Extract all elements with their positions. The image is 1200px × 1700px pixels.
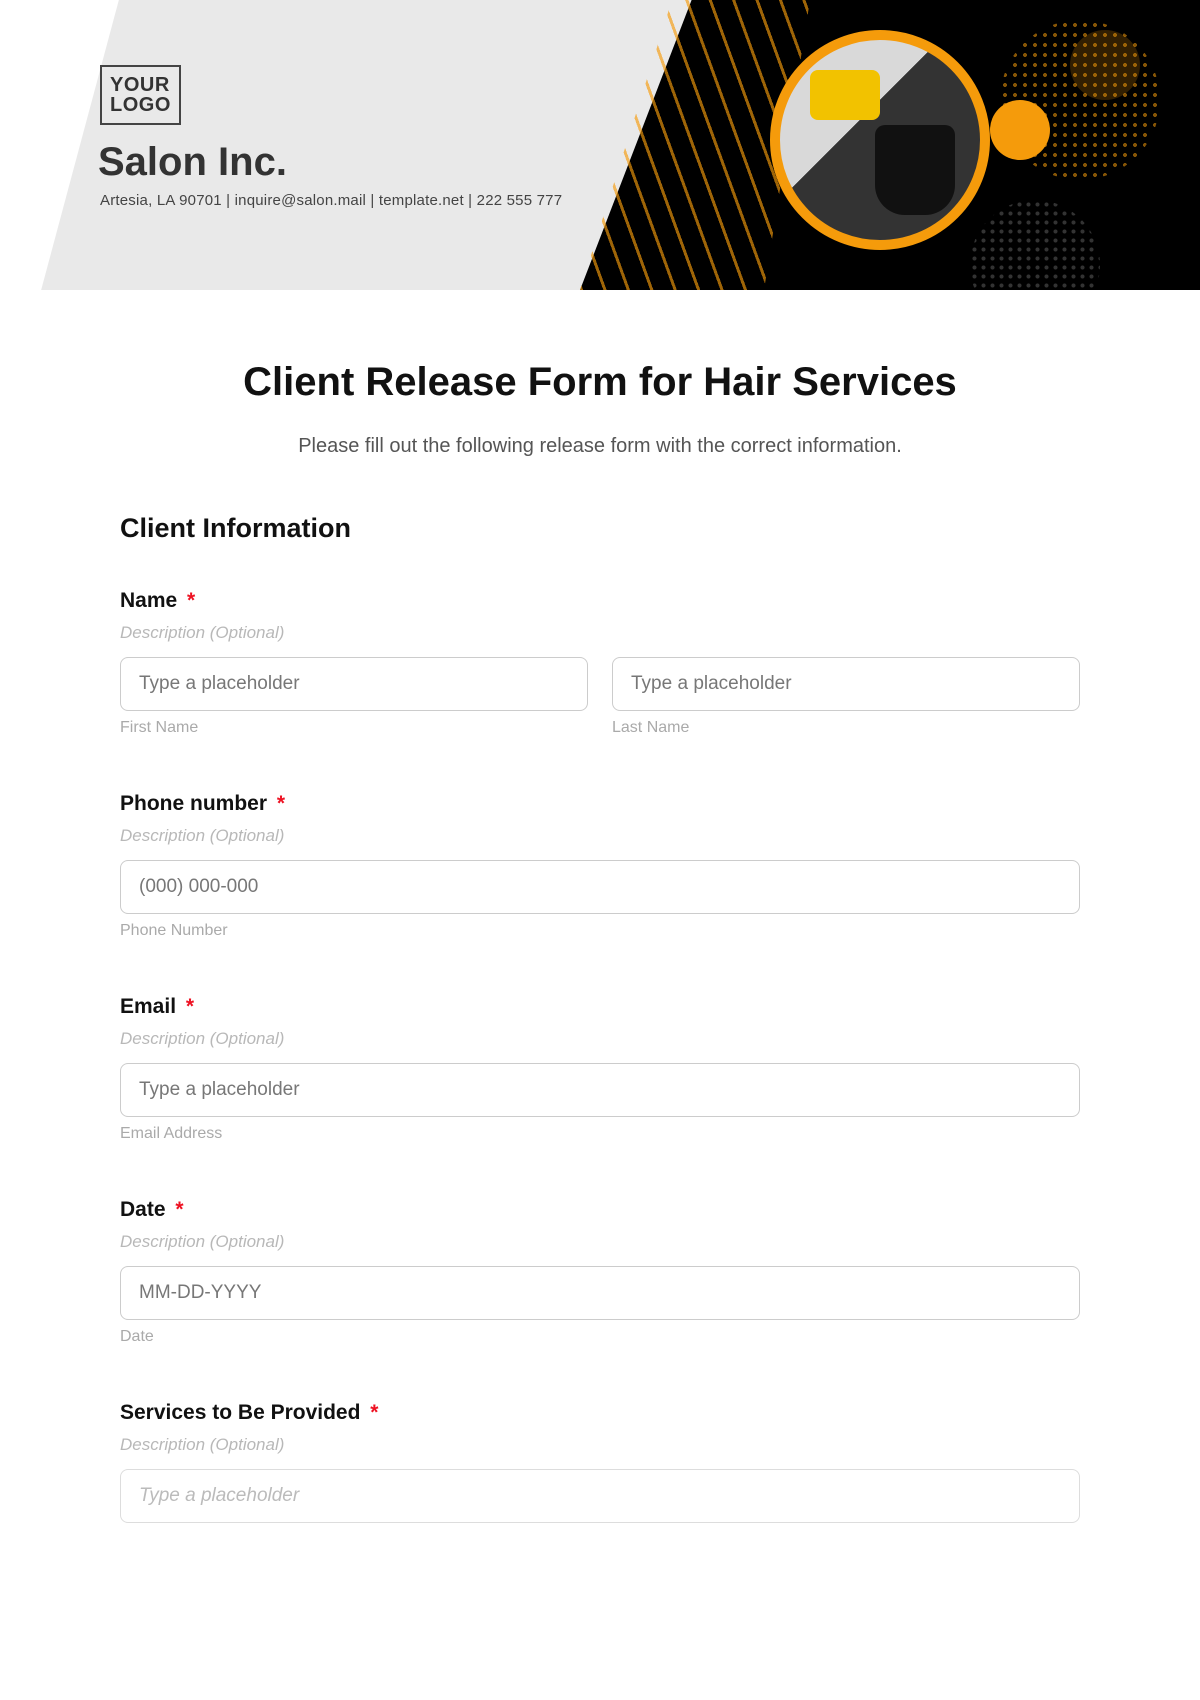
- label-date-text: Date: [120, 1198, 166, 1221]
- required-mark: *: [175, 1198, 183, 1221]
- sublabel-phone: Phone Number: [120, 922, 1080, 940]
- required-mark: *: [277, 792, 285, 815]
- label-phone-text: Phone number: [120, 792, 267, 815]
- desc-name: Description (Optional): [120, 623, 1080, 643]
- input-date[interactable]: [120, 1266, 1080, 1320]
- logo-line-2: LOGO: [110, 95, 171, 115]
- input-first-name[interactable]: [120, 657, 588, 711]
- required-mark: *: [370, 1401, 378, 1424]
- input-services-placeholder: Type a placeholder: [139, 1485, 299, 1507]
- logo-line-1: YOUR: [110, 75, 171, 95]
- sublabel-email: Email Address: [120, 1125, 1080, 1143]
- input-services[interactable]: Type a placeholder: [120, 1469, 1080, 1523]
- form-page: Client Release Form for Hair Services Pl…: [0, 290, 1200, 1563]
- field-name: Name * Description (Optional) First Name…: [120, 589, 1080, 737]
- field-date: Date * Description (Optional) Date: [120, 1198, 1080, 1346]
- label-email: Email *: [120, 995, 1080, 1019]
- label-services-text: Services to Be Provided: [120, 1401, 360, 1424]
- input-email[interactable]: [120, 1063, 1080, 1117]
- required-mark: *: [187, 589, 195, 612]
- section-heading-client-info: Client Information: [120, 513, 1080, 544]
- desc-services: Description (Optional): [120, 1435, 1080, 1455]
- input-phone[interactable]: [120, 860, 1080, 914]
- field-email: Email * Description (Optional) Email Add…: [120, 995, 1080, 1143]
- logo-placeholder: YOUR LOGO: [100, 65, 181, 125]
- company-info-line: Artesia, LA 90701 | inquire@salon.mail |…: [100, 192, 562, 209]
- form-subtitle: Please fill out the following release fo…: [120, 435, 1080, 458]
- label-name-text: Name: [120, 589, 177, 612]
- field-phone: Phone number * Description (Optional) Ph…: [120, 792, 1080, 940]
- form-title: Client Release Form for Hair Services: [120, 360, 1080, 405]
- input-last-name[interactable]: [612, 657, 1080, 711]
- label-date: Date *: [120, 1198, 1080, 1222]
- hero-photo-circle: [770, 30, 990, 250]
- desc-phone: Description (Optional): [120, 826, 1080, 846]
- sublabel-last-name: Last Name: [612, 719, 1080, 737]
- header-banner: YOUR LOGO Salon Inc. Artesia, LA 90701 |…: [0, 0, 1200, 290]
- desc-date: Description (Optional): [120, 1232, 1080, 1252]
- sublabel-date: Date: [120, 1328, 1080, 1346]
- sublabel-first-name: First Name: [120, 719, 588, 737]
- required-mark: *: [186, 995, 194, 1018]
- decor-orange-circle-faded: [1070, 30, 1140, 100]
- label-name: Name *: [120, 589, 1080, 613]
- field-services: Services to Be Provided * Description (O…: [120, 1401, 1080, 1523]
- company-name: Salon Inc.: [98, 140, 287, 185]
- label-email-text: Email: [120, 995, 176, 1018]
- decor-orange-circle: [990, 100, 1050, 160]
- desc-email: Description (Optional): [120, 1029, 1080, 1049]
- label-services: Services to Be Provided *: [120, 1401, 1080, 1425]
- label-phone: Phone number *: [120, 792, 1080, 816]
